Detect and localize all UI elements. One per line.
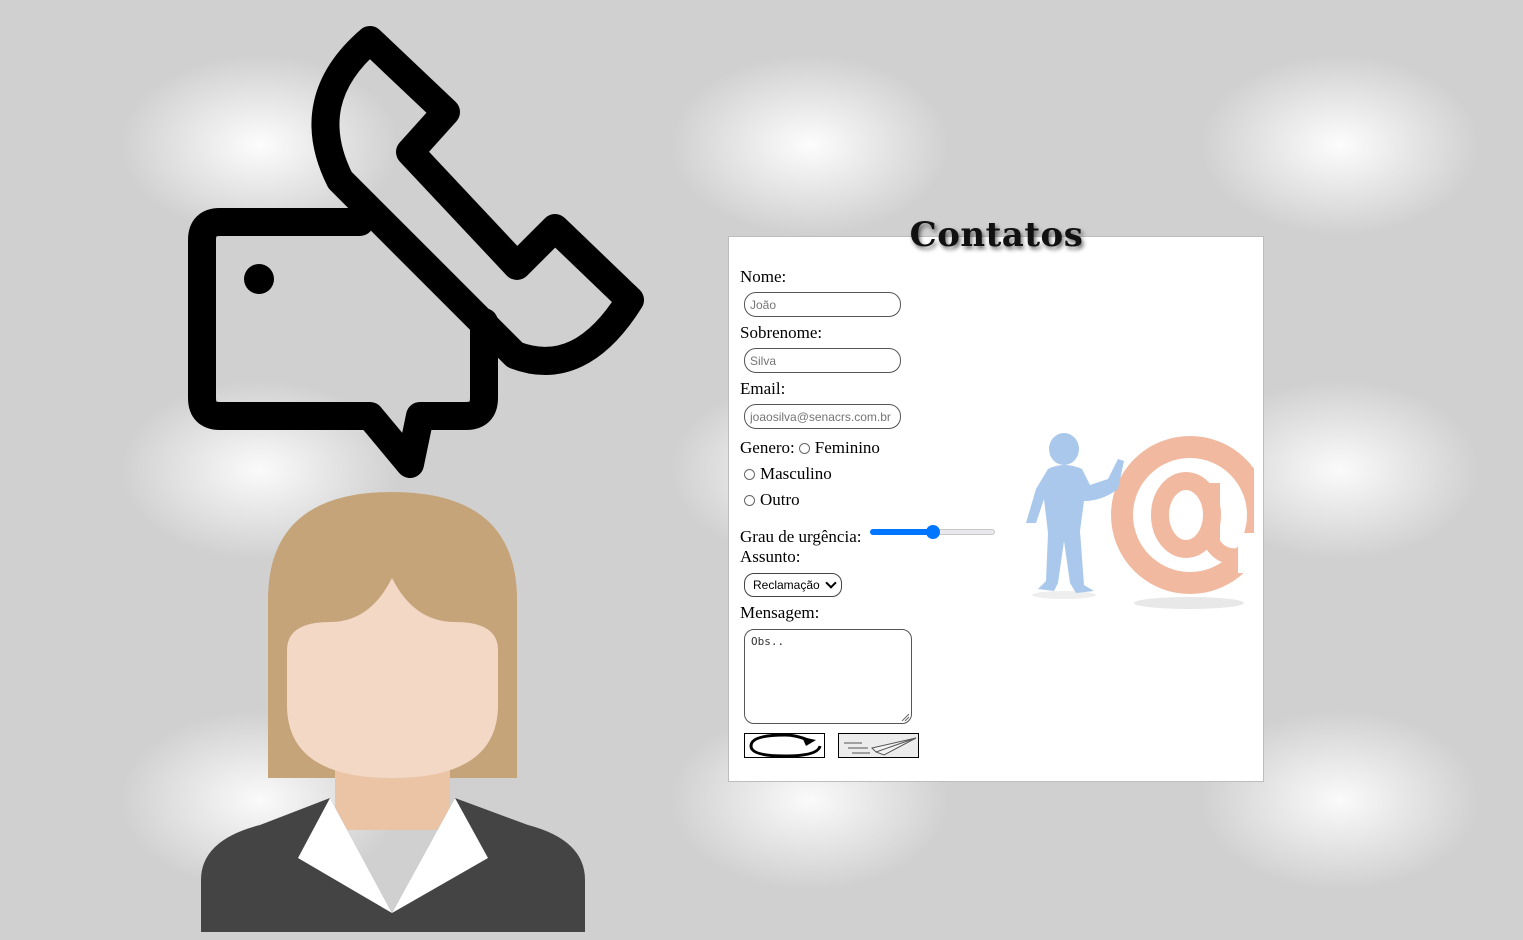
gender-row-masculino: Masculino — [740, 461, 1020, 487]
urgency-row: Grau de urgência: — [740, 515, 1020, 547]
mensagem-label: Mensagem: — [740, 603, 820, 622]
assunto-selected: Reclamação — [753, 578, 820, 592]
sobrenome-label: Sobrenome: — [740, 323, 823, 342]
slider-fill — [870, 529, 933, 535]
assunto-label: Assunto: — [740, 547, 801, 566]
slider-thumb[interactable] — [925, 525, 940, 539]
sobrenome-input[interactable] — [744, 348, 901, 373]
paper-plane-icon — [843, 737, 916, 756]
mensagem-placeholder: Obs.. — [751, 635, 785, 648]
send-button[interactable] — [838, 733, 919, 758]
reset-button[interactable] — [744, 733, 825, 758]
urgency-slider[interactable] — [870, 525, 996, 539]
support-agent-illustration — [201, 492, 585, 932]
refresh-icon — [748, 734, 821, 757]
assunto-select[interactable]: Reclamação — [744, 573, 842, 597]
resize-handle-icon[interactable] — [901, 713, 909, 721]
radio-masculino[interactable] — [744, 468, 755, 480]
phone-chat-icon — [188, 26, 644, 478]
email-input[interactable] — [744, 404, 901, 429]
radio-feminino-label: Feminino — [814, 438, 880, 457]
nome-label: Nome: — [740, 267, 787, 286]
person-figure — [1026, 433, 1124, 599]
radio-outro[interactable] — [744, 494, 755, 506]
email-person-illustration — [1026, 433, 1254, 609]
gender-row-outro: Outro — [740, 487, 1020, 513]
form-buttons — [744, 733, 1020, 758]
gender-row-feminino: Genero: Feminino — [740, 435, 1020, 461]
nome-input[interactable] — [744, 292, 901, 317]
email-label: Email: — [740, 379, 786, 398]
at-sign-icon — [1111, 436, 1254, 609]
radio-feminino[interactable] — [798, 442, 810, 454]
contact-form: Nome: Sobrenome: Email: Genero: Feminino… — [740, 267, 1020, 758]
genero-label: Genero: — [740, 438, 795, 457]
radio-outro-label: Outro — [760, 490, 800, 509]
radio-masculino-label: Masculino — [760, 464, 832, 483]
chevron-down-icon — [825, 577, 837, 589]
urgencia-label: Grau de urgência: — [740, 527, 862, 546]
page-title: Contatos — [909, 215, 1084, 255]
contact-form-card: Contatos Nome: Sobrenome: Email: Genero:… — [728, 215, 1264, 782]
mensagem-textarea[interactable]: Obs.. — [744, 629, 912, 724]
